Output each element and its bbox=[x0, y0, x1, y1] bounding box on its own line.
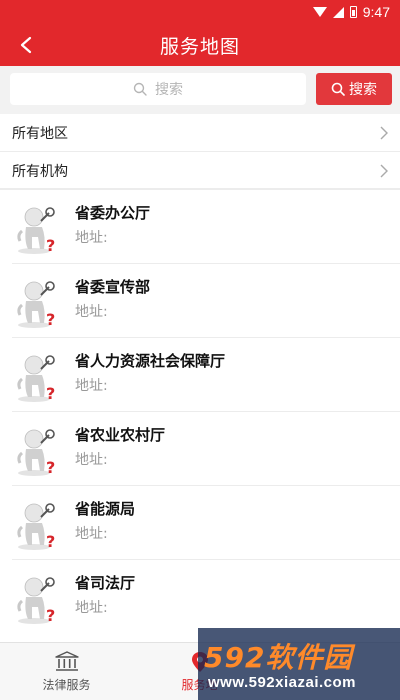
org-name: 省人力资源社会保障厅 bbox=[75, 352, 226, 370]
question-figure-icon: ? bbox=[17, 355, 55, 403]
list-item[interactable]: ? 省司法厅 地址: bbox=[0, 560, 400, 634]
watermark-logo: 592软件园 bbox=[204, 641, 353, 674]
status-time: 9:47 bbox=[362, 4, 390, 20]
list-item[interactable]: ? 省人力资源社会保障厅 地址: bbox=[0, 338, 400, 412]
svg-text:?: ? bbox=[46, 384, 55, 403]
filter-region[interactable]: 所有地区 bbox=[0, 114, 400, 152]
status-bar: 9:47 bbox=[0, 0, 400, 24]
list-item[interactable]: ? 省能源局 地址: bbox=[0, 486, 400, 560]
arrow-left-icon bbox=[20, 36, 32, 54]
signal-icon bbox=[332, 6, 344, 18]
chevron-right-icon bbox=[380, 164, 388, 178]
watermark: 592软件园 www.592xiazai.com bbox=[198, 628, 400, 700]
svg-text:?: ? bbox=[46, 532, 55, 551]
tab-legal-services-label: 法律服务 bbox=[42, 678, 91, 692]
filter-region-label: 所有地区 bbox=[12, 125, 68, 142]
org-list: ? 省委办公厅 地址: ? 省委宣传部 地址: ? 省人力资源社会保障厅 地址:… bbox=[0, 190, 400, 634]
question-figure-icon: ? bbox=[17, 503, 55, 551]
chevron-right-icon bbox=[380, 126, 388, 140]
org-name: 省能源局 bbox=[75, 500, 136, 518]
org-name: 省委宣传部 bbox=[75, 278, 151, 296]
org-name: 省司法厅 bbox=[75, 574, 136, 592]
org-name: 省委办公厅 bbox=[75, 204, 151, 222]
battery-icon bbox=[349, 6, 357, 18]
tab-legal-services[interactable]: 法律服务 bbox=[0, 643, 133, 700]
back-button[interactable] bbox=[10, 24, 42, 66]
list-item[interactable]: ? 省委办公厅 地址: bbox=[0, 190, 400, 264]
bank-icon bbox=[54, 651, 79, 671]
question-figure-icon: ? bbox=[17, 281, 55, 329]
svg-text:?: ? bbox=[46, 310, 55, 329]
search-button-label: 搜索 bbox=[349, 82, 377, 98]
filter-institution-label: 所有机构 bbox=[12, 164, 68, 180]
search-area: 搜索 搜索 bbox=[0, 66, 400, 114]
wifi-icon bbox=[312, 7, 327, 17]
title-bar: 服务地图 bbox=[0, 24, 400, 66]
org-address: 地址: bbox=[75, 600, 108, 616]
org-name: 省农业农村厅 bbox=[75, 426, 166, 444]
search-input[interactable]: 搜索 bbox=[10, 73, 306, 105]
search-button[interactable]: 搜索 bbox=[316, 73, 392, 105]
org-address: 地址: bbox=[75, 378, 108, 394]
org-address: 地址: bbox=[75, 526, 108, 542]
question-figure-icon: ? bbox=[17, 429, 55, 477]
question-figure-icon: ? bbox=[17, 577, 55, 625]
search-icon bbox=[331, 82, 345, 96]
search-icon bbox=[133, 82, 147, 96]
list-item[interactable]: ? 省农业农村厅 地址: bbox=[0, 412, 400, 486]
svg-text:?: ? bbox=[46, 458, 55, 477]
svg-text:?: ? bbox=[46, 236, 55, 255]
list-item[interactable]: ? 省委宣传部 地址: bbox=[0, 264, 400, 338]
search-placeholder: 搜索 bbox=[155, 82, 183, 98]
org-address: 地址: bbox=[75, 452, 108, 468]
watermark-url: www.592xiazai.com bbox=[208, 674, 357, 691]
filter-institution[interactable]: 所有机构 bbox=[0, 152, 400, 190]
page-title: 服务地图 bbox=[159, 35, 240, 58]
org-address: 地址: bbox=[75, 230, 108, 246]
question-figure-icon: ? bbox=[17, 207, 55, 255]
org-address: 地址: bbox=[75, 304, 108, 320]
svg-text:?: ? bbox=[46, 606, 55, 625]
